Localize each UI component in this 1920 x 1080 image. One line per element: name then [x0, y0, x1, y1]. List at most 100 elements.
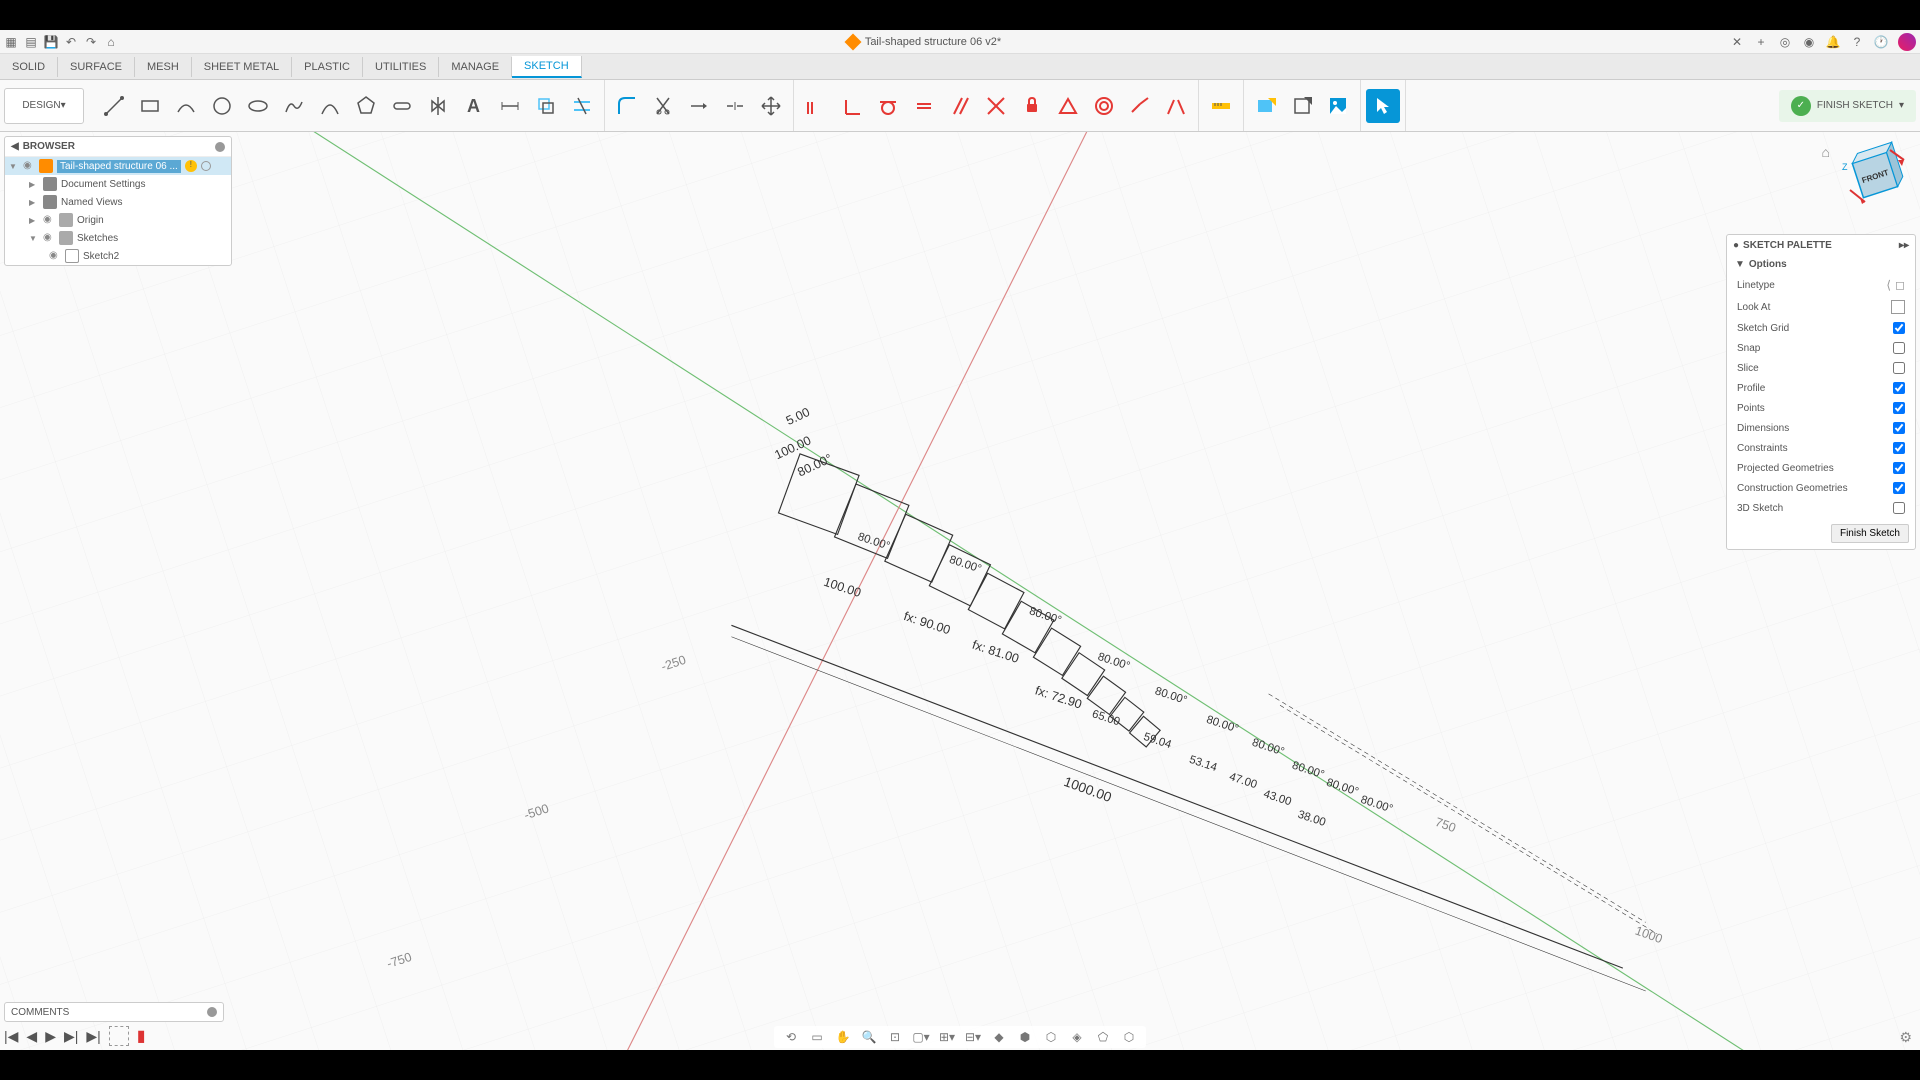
tab-surface[interactable]: SURFACE	[58, 57, 135, 77]
tree-named-views[interactable]: ▶Named Views	[5, 193, 231, 211]
dimension-tool[interactable]	[493, 89, 527, 123]
clock-icon[interactable]: 🕐	[1874, 35, 1888, 49]
orbit-icon[interactable]: ⟲	[782, 1028, 800, 1046]
viewport-icon[interactable]: ⊟▾	[964, 1028, 982, 1046]
timeline-play-icon[interactable]: ▶	[45, 1028, 56, 1045]
file-icon[interactable]: ▤	[24, 35, 38, 49]
midpoint-constraint[interactable]	[1051, 89, 1085, 123]
browser-root[interactable]: ▼◉ Tail-shaped structure 06 ... !	[5, 157, 231, 175]
shade1-icon[interactable]: ◆	[990, 1028, 1008, 1046]
tree-origin[interactable]: ▶◉Origin	[5, 211, 231, 229]
intersect-tool[interactable]	[565, 89, 599, 123]
collinear-constraint[interactable]	[1123, 89, 1157, 123]
close-tab-icon[interactable]: ✕	[1730, 35, 1744, 49]
slot-tool[interactable]	[385, 89, 419, 123]
shade5-icon[interactable]: ⬠	[1094, 1028, 1112, 1046]
undo-icon[interactable]: ↶	[64, 35, 78, 49]
fix-constraint[interactable]	[1015, 89, 1049, 123]
tab-utilities[interactable]: UTILITIES	[363, 57, 439, 77]
zoom-window-icon[interactable]: ⊡	[886, 1028, 904, 1046]
tab-manage[interactable]: MANAGE	[439, 57, 512, 77]
redo-icon[interactable]: ↷	[84, 35, 98, 49]
tangent-constraint[interactable]	[871, 89, 905, 123]
grid-settings-icon[interactable]: ⊞▾	[938, 1028, 956, 1046]
timeline-end-icon[interactable]: ▶|	[86, 1028, 100, 1045]
palette-construction[interactable]: Construction Geometries	[1727, 478, 1915, 498]
concentric-constraint[interactable]	[1087, 89, 1121, 123]
settings-gear-icon[interactable]: ⚙	[1899, 1029, 1912, 1046]
timeline-sketch-icon[interactable]	[109, 1026, 129, 1046]
timeline-next-icon[interactable]: ▶|	[64, 1028, 78, 1045]
shade2-icon[interactable]: ⬢	[1016, 1028, 1034, 1046]
fillet-tool[interactable]	[610, 89, 644, 123]
tree-sketches[interactable]: ▼◉Sketches	[5, 229, 231, 247]
shade6-icon[interactable]: ⬡	[1120, 1028, 1138, 1046]
palette-slice[interactable]: Slice	[1727, 358, 1915, 378]
horizontal-constraint[interactable]	[799, 89, 833, 123]
sketch-canvas[interactable]: 5.00 100.00 80.00° 100.00 80.00° fx: 90.…	[0, 132, 1920, 1050]
palette-sketchgrid[interactable]: Sketch Grid	[1727, 318, 1915, 338]
line-tool[interactable]	[97, 89, 131, 123]
display-icon[interactable]: ▢▾	[912, 1028, 930, 1046]
ellipse-tool[interactable]	[241, 89, 275, 123]
viewcube[interactable]: Z FRONT	[1840, 140, 1910, 210]
select-tool[interactable]	[1366, 89, 1400, 123]
browser-collapse[interactable]	[215, 142, 225, 152]
insert-svg-tool[interactable]	[1249, 89, 1283, 123]
trim-tool[interactable]	[646, 89, 680, 123]
rectangle-tool[interactable]	[133, 89, 167, 123]
circle-tool[interactable]	[205, 89, 239, 123]
lookat-view-icon[interactable]: ▭	[808, 1028, 826, 1046]
tab-solid[interactable]: SOLID	[0, 57, 58, 77]
tab-plastic[interactable]: PLASTIC	[292, 57, 363, 77]
text-tool[interactable]: A	[457, 89, 491, 123]
palette-constraints[interactable]: Constraints	[1727, 438, 1915, 458]
design-workspace-button[interactable]: DESIGN ▾	[4, 88, 84, 124]
help-icon[interactable]: ?	[1850, 35, 1864, 49]
palette-snap[interactable]: Snap	[1727, 338, 1915, 358]
project-tool[interactable]	[529, 89, 563, 123]
palette-points[interactable]: Points	[1727, 398, 1915, 418]
palette-projected[interactable]: Projected Geometries	[1727, 458, 1915, 478]
shade3-icon[interactable]: ⬡	[1042, 1028, 1060, 1046]
extension-icon[interactable]: ◎	[1778, 35, 1792, 49]
insert-dxf-tool[interactable]	[1285, 89, 1319, 123]
polygon-tool[interactable]	[349, 89, 383, 123]
tab-sheetmetal[interactable]: SHEET METAL	[192, 57, 292, 77]
mirror-tool[interactable]	[421, 89, 455, 123]
break-tool[interactable]	[718, 89, 752, 123]
palette-profile[interactable]: Profile	[1727, 378, 1915, 398]
new-tab-icon[interactable]: +	[1754, 35, 1768, 49]
job-icon[interactable]: ◉	[1802, 35, 1816, 49]
tree-sketch2[interactable]: ◉Sketch2	[5, 247, 231, 265]
perpendicular-constraint[interactable]	[835, 89, 869, 123]
conic-tool[interactable]	[313, 89, 347, 123]
palette-3dsketch[interactable]: 3D Sketch	[1727, 498, 1915, 518]
save-icon[interactable]: 💾	[44, 35, 58, 49]
palette-collapse-icon[interactable]: ▸▸	[1899, 240, 1909, 251]
move-tool[interactable]	[754, 89, 788, 123]
pan-icon[interactable]: ✋	[834, 1028, 852, 1046]
palette-linetype[interactable]: Linetype⟨◻	[1727, 274, 1915, 296]
extend-tool[interactable]	[682, 89, 716, 123]
shade4-icon[interactable]: ◈	[1068, 1028, 1086, 1046]
tab-mesh[interactable]: MESH	[135, 57, 192, 77]
palette-dimensions[interactable]: Dimensions	[1727, 418, 1915, 438]
parallel-constraint[interactable]	[943, 89, 977, 123]
arc-tool[interactable]	[169, 89, 203, 123]
home-tab-icon[interactable]: ⌂	[104, 35, 118, 49]
notification-icon[interactable]: 🔔	[1826, 35, 1840, 49]
timeline-marker-icon[interactable]: ▮	[137, 1026, 146, 1046]
palette-finish-button[interactable]: Finish Sketch	[1831, 524, 1909, 543]
zoom-icon[interactable]: 🔍	[860, 1028, 878, 1046]
timeline-prev-icon[interactable]: ◀	[26, 1028, 37, 1045]
avatar-icon[interactable]	[1898, 33, 1916, 51]
equal-constraint[interactable]	[907, 89, 941, 123]
spline-tool[interactable]	[277, 89, 311, 123]
palette-lookat[interactable]: Look At	[1727, 296, 1915, 318]
home-view-icon[interactable]: ⌂	[1822, 144, 1830, 160]
finish-sketch-button[interactable]: ✓ FINISH SKETCH ▾	[1779, 90, 1916, 122]
canvas-tool[interactable]	[1321, 89, 1355, 123]
grid-icon[interactable]: ▦	[4, 35, 18, 49]
comments-bar[interactable]: COMMENTS	[4, 1002, 224, 1022]
